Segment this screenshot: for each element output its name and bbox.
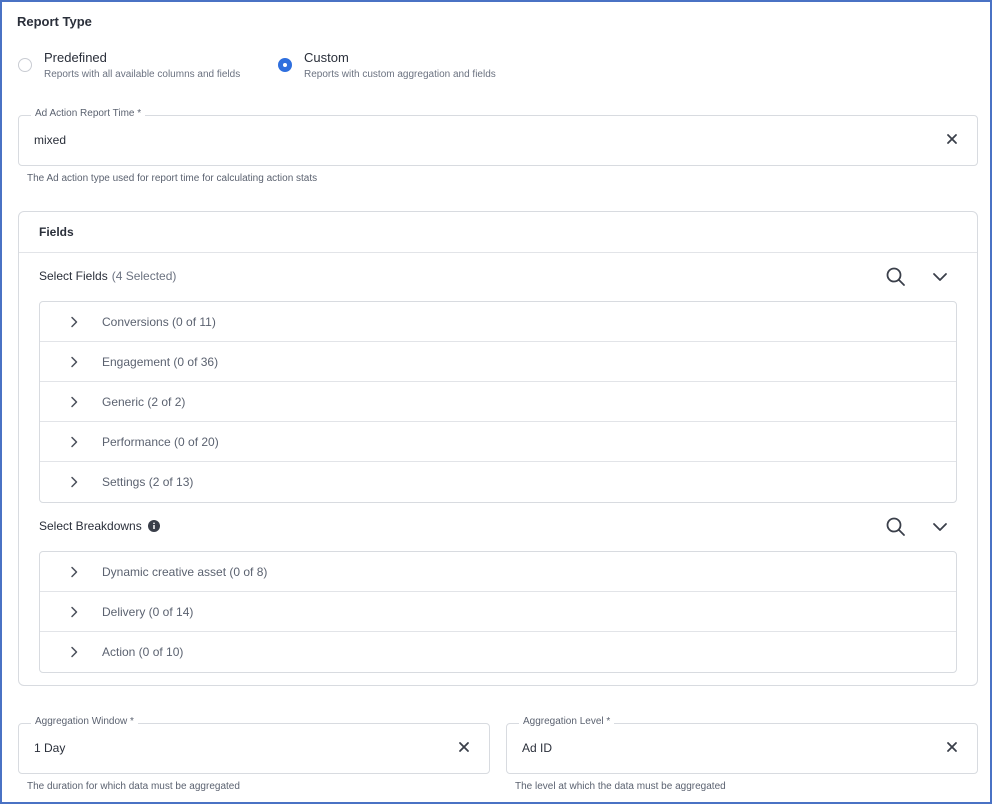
aggregation-window-field[interactable]: Aggregation Window * 1 Day <box>18 716 490 774</box>
ad-action-report-time-value[interactable]: mixed <box>34 133 66 147</box>
radio-custom-description: Reports with custom aggregation and fiel… <box>304 69 496 80</box>
breakdown-group-delivery[interactable]: Delivery (0 of 14) <box>40 592 956 632</box>
radio-predefined-description: Reports with all available columns and f… <box>44 69 241 80</box>
field-group-engagement[interactable]: Engagement (0 of 36) <box>40 342 956 382</box>
field-group-label: Conversions (0 of 11) <box>102 314 216 329</box>
radio-custom-circle[interactable] <box>278 58 292 72</box>
close-icon[interactable] <box>457 740 471 754</box>
chevron-right-icon[interactable] <box>68 396 80 408</box>
chevron-right-icon[interactable] <box>68 316 80 328</box>
breakdown-group-label: Action (0 of 10) <box>102 645 184 659</box>
field-group-label: Generic (2 of 2) <box>102 394 186 409</box>
aggregation-window-value[interactable]: 1 Day <box>34 741 65 755</box>
field-group-label: Performance (0 of 20) <box>102 434 219 449</box>
field-group-label: Engagement (0 of 36) <box>102 354 219 369</box>
chevron-right-icon[interactable] <box>68 566 80 578</box>
aggregation-level-helper: The level at which the data must be aggr… <box>515 781 726 792</box>
select-fields-list: Conversions (0 of 11) Engagement (0 of 3… <box>39 301 957 503</box>
field-group-label: Settings (2 of 13) <box>102 475 194 489</box>
breakdown-group-dynamic-creative-asset[interactable]: Dynamic creative asset (0 of 8) <box>40 552 956 592</box>
select-breakdowns-list: Dynamic creative asset (0 of 8) Delivery… <box>39 551 957 673</box>
select-fields-count: (4 Selected) <box>111 269 177 283</box>
radio-predefined-label: Predefined <box>44 50 107 65</box>
radio-custom[interactable]: Custom Reports with custom aggregation a… <box>278 50 496 80</box>
radio-predefined-circle[interactable] <box>18 58 32 72</box>
search-icon[interactable] <box>885 266 907 288</box>
chevron-right-icon[interactable] <box>68 476 80 488</box>
aggregation-window-helper: The duration for which data must be aggr… <box>27 781 240 792</box>
close-icon[interactable] <box>945 132 959 146</box>
select-breakdowns-heading: Select Breakdowns <box>39 519 160 533</box>
chevron-down-icon[interactable] <box>929 266 951 288</box>
breakdown-group-label: Dynamic creative asset (0 of 8) <box>102 564 268 579</box>
radio-custom-label: Custom <box>304 50 349 65</box>
aggregation-level-label: Aggregation Level * <box>519 716 615 727</box>
search-icon[interactable] <box>885 516 907 538</box>
aggregation-window-label: Aggregation Window * <box>31 716 138 727</box>
radio-predefined[interactable]: Predefined Reports with all available co… <box>18 50 240 80</box>
aggregation-level-field[interactable]: Aggregation Level * Ad ID <box>506 716 978 774</box>
fields-card: Fields Select Fields (4 Selected) Conver… <box>18 211 978 686</box>
info-icon[interactable] <box>147 520 160 532</box>
fields-card-title: Fields <box>19 212 977 253</box>
select-fields-label: Select Fields <box>39 269 108 283</box>
chevron-right-icon[interactable] <box>68 606 80 618</box>
aggregation-level-value[interactable]: Ad ID <box>522 741 552 755</box>
field-group-generic[interactable]: Generic (2 of 2) <box>40 382 956 422</box>
ad-action-report-time-label: Ad Action Report Time * <box>31 108 146 119</box>
breakdown-group-action[interactable]: Action (0 of 10) <box>40 632 956 672</box>
report-type-heading: Report Type <box>17 14 92 29</box>
chevron-down-icon[interactable] <box>929 516 951 538</box>
field-group-conversions[interactable]: Conversions (0 of 11) <box>40 302 956 342</box>
close-icon[interactable] <box>945 740 959 754</box>
select-breakdowns-label: Select Breakdowns <box>39 519 142 533</box>
chevron-right-icon[interactable] <box>68 356 80 368</box>
field-group-settings[interactable]: Settings (2 of 13) <box>40 462 956 502</box>
ad-action-report-time-field[interactable]: Ad Action Report Time * mixed <box>18 108 978 166</box>
report-config-panel: Report Type Predefined Reports with all … <box>0 0 992 804</box>
ad-action-report-time-helper: The Ad action type used for report time … <box>27 173 318 184</box>
select-fields-heading: Select Fields (4 Selected) <box>39 269 176 283</box>
chevron-right-icon[interactable] <box>68 646 80 658</box>
breakdown-group-label: Delivery (0 of 14) <box>102 604 194 619</box>
chevron-right-icon[interactable] <box>68 436 80 448</box>
field-group-performance[interactable]: Performance (0 of 20) <box>40 422 956 462</box>
